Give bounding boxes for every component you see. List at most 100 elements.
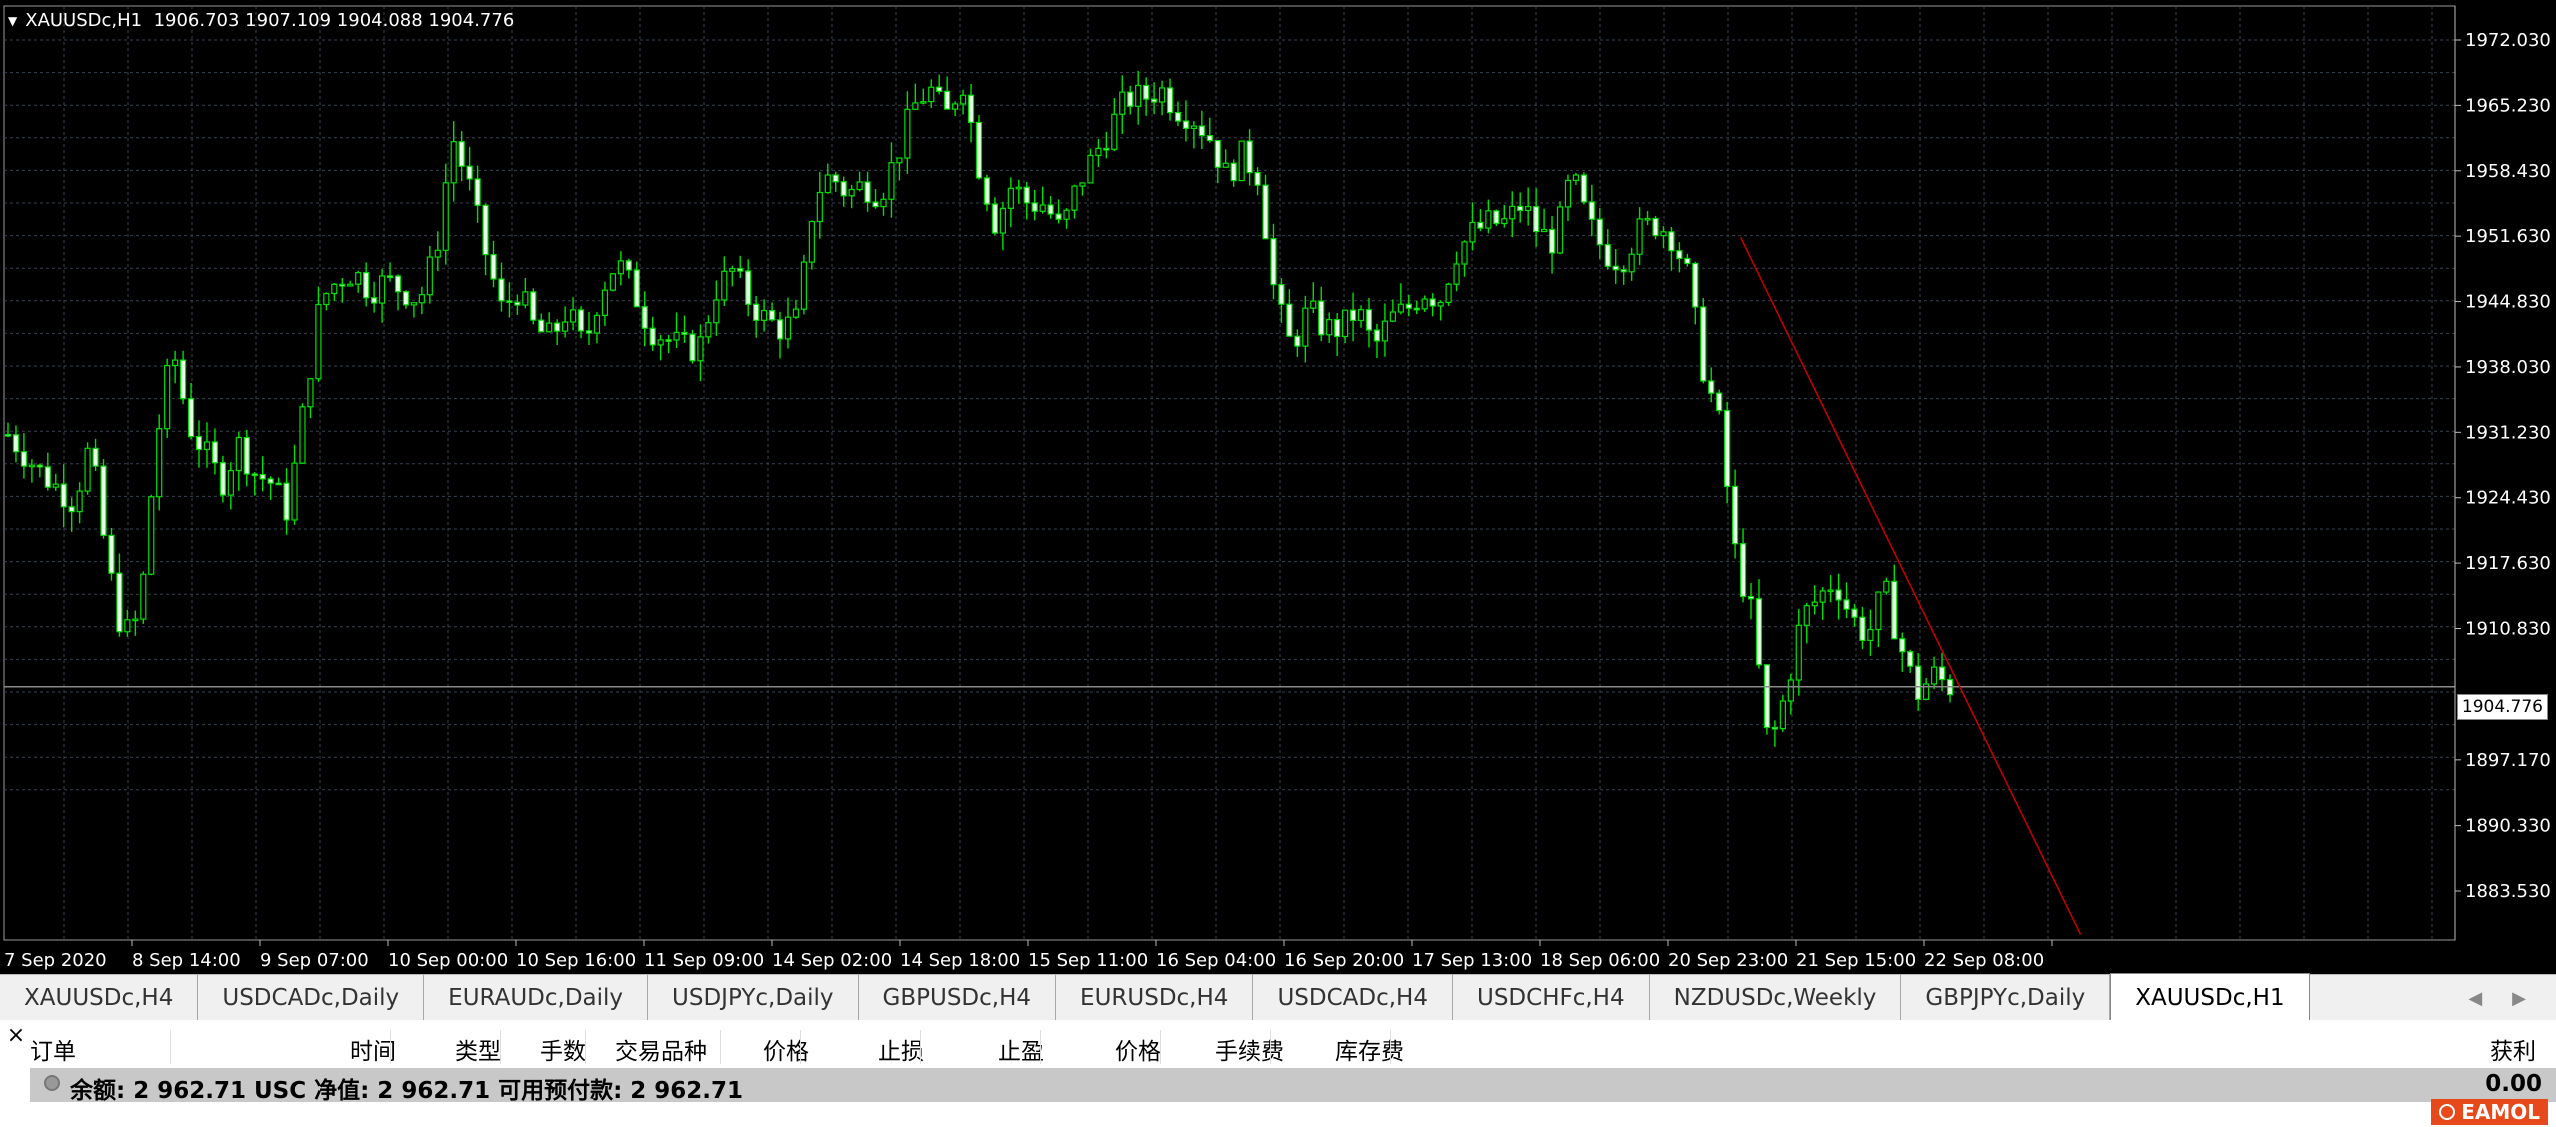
column-header-3[interactable]: 手数 (540, 1032, 586, 1066)
candle-bear (1103, 147, 1110, 151)
column-separator[interactable] (500, 1030, 501, 1064)
column-separator[interactable] (920, 1030, 921, 1064)
tab-gbpusdc-h4[interactable]: GBPUSDc,H4 (859, 975, 1057, 1021)
candle-bear (1182, 120, 1190, 129)
candle-bull (378, 275, 386, 304)
chart-canvas[interactable]: 1972.030 1965.230 1958.430 1951.630 1944.830… (0, 0, 2556, 970)
candle-bull (156, 428, 163, 498)
candle-bear (1588, 201, 1595, 220)
candle-bear (1716, 392, 1723, 412)
candle-bull (1453, 263, 1460, 285)
candle-bear (1708, 380, 1715, 394)
candle-bear (753, 303, 760, 321)
time-tick-label: 8 Sep 14:00 (132, 950, 241, 970)
candle-bear (1620, 269, 1627, 273)
column-separator[interactable] (800, 1030, 801, 1064)
candle-bull (1389, 311, 1396, 322)
column-separator[interactable] (170, 1030, 171, 1064)
candle-bull (1819, 590, 1826, 603)
column-separator[interactable] (1040, 1030, 1041, 1064)
candle-bear (1604, 244, 1611, 267)
candle-bear (1166, 87, 1174, 114)
candle-bull (84, 447, 91, 492)
tab-eurusdc-h4[interactable]: EURUSDc,H4 (1056, 975, 1254, 1021)
column-header-8[interactable]: 价格 (1115, 1032, 1161, 1066)
candle-bear (1477, 221, 1484, 229)
tab-scroll-controls: ◀ ▶ (2468, 975, 2556, 1021)
candle-bear (1851, 608, 1858, 618)
candle-bear (1548, 228, 1556, 254)
candle-bear (219, 462, 226, 496)
time-tick-label: 16 Sep 20:00 (1284, 950, 1404, 970)
column-header-10[interactable]: 库存费 (1335, 1032, 1404, 1066)
candle-bear (1278, 284, 1285, 305)
tab-usdjpyc-daily[interactable]: USDJPYc,Daily (648, 975, 859, 1021)
candle-bear (1652, 217, 1659, 237)
tab-xauusdc-h4[interactable]: XAUUSDc,H4 (0, 975, 199, 1021)
candle-bear (641, 306, 648, 329)
candle-bear (665, 339, 672, 342)
candle-bull (299, 406, 306, 464)
dropdown-triangle-icon[interactable]: ▼ (8, 14, 17, 28)
candle-bull (172, 359, 179, 367)
column-header-2[interactable]: 类型 (455, 1032, 501, 1066)
tab-usdcadc-h4[interactable]: USDCADc,H4 (1253, 975, 1453, 1021)
tab-euraudc-daily[interactable]: EURAUDc,Daily (424, 975, 649, 1021)
candle-bear (689, 333, 696, 362)
column-header-6[interactable]: 止损 (878, 1032, 924, 1066)
tab-gbpjpyc-daily[interactable]: GBPJPYc,Daily (1901, 975, 2111, 1021)
time-tick-label: 14 Sep 02:00 (772, 950, 892, 970)
scroll-left-icon[interactable]: ◀ (2468, 988, 2482, 1009)
candle-bull (593, 314, 601, 334)
scroll-right-icon[interactable]: ▶ (2512, 988, 2526, 1009)
tab-usdcadc-daily[interactable]: USDCADc,Daily (198, 975, 425, 1021)
column-header-4[interactable]: 交易品种 (615, 1032, 707, 1066)
close-icon[interactable]: × (4, 1024, 28, 1048)
candle-bear (474, 178, 481, 206)
column-header-7[interactable]: 止盈 (998, 1032, 1044, 1066)
column-separator[interactable] (720, 1030, 721, 1064)
time-tick-label: 10 Sep 16:00 (516, 950, 636, 970)
candle-bear (1174, 112, 1182, 122)
column-header-9[interactable]: 手续费 (1215, 1032, 1284, 1066)
candle-bear (251, 473, 258, 477)
chart-grid (3, 5, 2456, 941)
candle-bull (331, 283, 338, 295)
candle-bull (307, 378, 314, 408)
candle-bull (1071, 185, 1078, 211)
tab-nzdusdc-weekly[interactable]: NZDUSDc,Weekly (1650, 975, 1902, 1021)
candle-bull (1397, 303, 1404, 313)
column-separator[interactable] (1270, 1030, 1271, 1064)
column-separator[interactable] (390, 1030, 391, 1064)
candle-bull (164, 364, 171, 430)
column-separator[interactable] (1160, 1030, 1161, 1064)
price-chart[interactable]: 1972.030 1965.230 1958.430 1951.630 1944.830… (0, 0, 2556, 970)
candle-bear (1907, 651, 1914, 667)
column-header-11[interactable]: 获利 (2490, 1032, 2536, 1066)
tab-usdchfc-h4[interactable]: USDCHFc,H4 (1453, 975, 1650, 1021)
candle-bear (840, 181, 847, 197)
candle-bull (418, 294, 425, 304)
column-separator[interactable] (1390, 1030, 1391, 1064)
candle-bear (339, 283, 346, 287)
candle-bull (355, 272, 362, 285)
candle-bear (1938, 666, 1946, 681)
candle-bear (402, 291, 410, 306)
candle-bear (1732, 485, 1739, 545)
price-tick-label: 1883.530 (2465, 881, 2551, 902)
candle-bull (1875, 591, 1882, 631)
candle-bull (148, 496, 155, 575)
candle-bull (1381, 320, 1389, 342)
column-separator[interactable] (585, 1030, 586, 1064)
watermark-text: EAMOL (2461, 1100, 2540, 1124)
column-header-5[interactable]: 价格 (763, 1032, 809, 1066)
candle-bull (800, 261, 808, 310)
candle-bear (1047, 204, 1054, 215)
column-header-0[interactable]: 订单 (30, 1032, 76, 1066)
candle-bull (1310, 300, 1317, 309)
candle-bull (522, 291, 529, 306)
balance-row[interactable]: 余额: 2 962.71 USC 净值: 2 962.71 可用预付款: 2 9… (30, 1068, 2556, 1104)
candle-bull (1445, 283, 1452, 304)
tab-xauusdc-h1[interactable]: XAUUSDc,H1 (2110, 973, 2310, 1021)
candle-bear (768, 309, 776, 321)
